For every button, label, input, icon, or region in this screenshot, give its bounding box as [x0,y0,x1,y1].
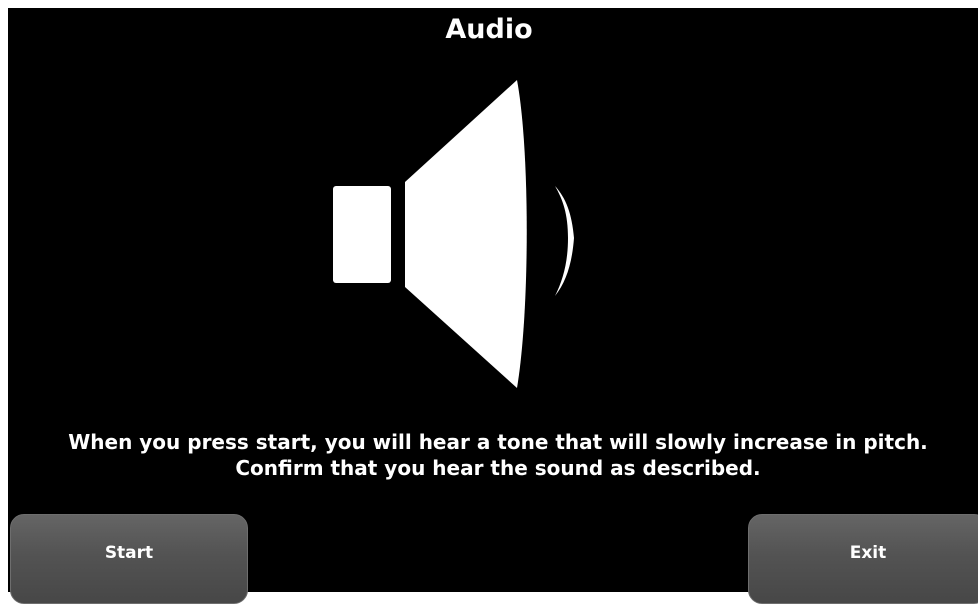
speaker-body [333,186,391,283]
start-button-label: Start [104,543,154,563]
instructions-text: When you press start, you will hear a to… [0,429,978,481]
start-button[interactable]: Start [10,514,248,604]
speaker-icon [333,80,574,388]
exit-button[interactable]: Exit [748,514,978,604]
instructions-line-2: Confirm that you hear the sound as descr… [235,456,761,480]
exit-button-label: Exit [849,543,887,563]
sound-wave [555,186,574,296]
speaker-cone [405,80,527,388]
page-title: Audio [445,14,533,45]
instructions-line-1: When you press start, you will hear a to… [68,430,928,454]
audio-test-screen: Audio When you press start, you will hea… [0,0,978,604]
